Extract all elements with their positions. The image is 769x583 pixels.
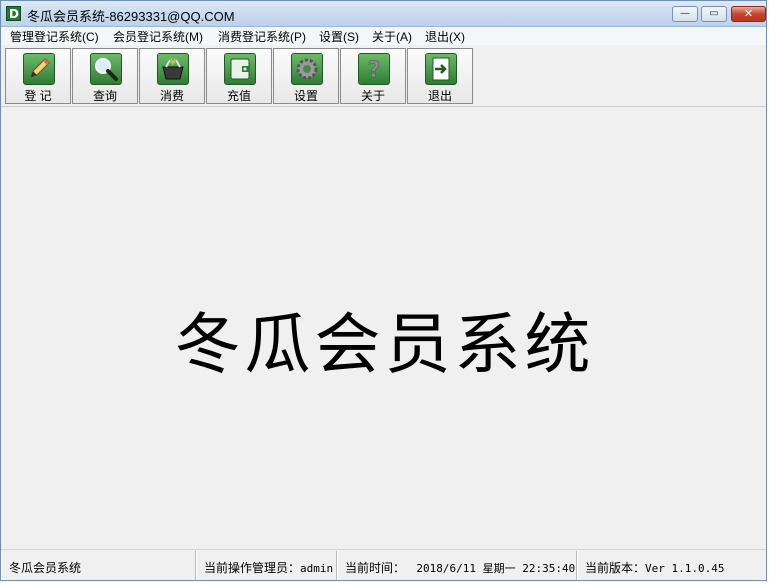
window-title: 冬瓜会员系统-86293331@QQ.COM bbox=[27, 9, 235, 24]
app-window: D 冬瓜会员系统-86293331@QQ.COM — ▭ ✕ 管理登记系统(C)… bbox=[0, 0, 767, 581]
exit-icon bbox=[425, 53, 457, 85]
status-time-value: 2018/6/11 星期一 22:35:40 bbox=[416, 562, 576, 575]
menu-exit[interactable]: 退出(X) bbox=[425, 28, 465, 45]
status-time-text: 当前时间： 2018/6/11 星期一 22:35:40 bbox=[345, 559, 575, 576]
basket-icon: ¥ bbox=[157, 53, 189, 85]
pencil-icon bbox=[23, 53, 55, 85]
menu-settings[interactable]: 设置(S) bbox=[319, 28, 359, 45]
question-icon: ? bbox=[358, 53, 390, 85]
status-version-label: 当前版本： bbox=[585, 561, 646, 575]
minimize-button[interactable]: — bbox=[672, 6, 698, 22]
maximize-icon: ▭ bbox=[709, 8, 719, 19]
gear-icon bbox=[291, 53, 323, 85]
close-icon: ✕ bbox=[743, 7, 754, 20]
app-logo-letter: D bbox=[9, 7, 19, 21]
exit-label: 退出 bbox=[427, 89, 452, 103]
register-label: 登 记 bbox=[24, 89, 52, 103]
menu-consume-register[interactable]: 消费登记系统(P) bbox=[218, 28, 306, 45]
menu-bar: 管理登记系统(C) 会员登记系统(M) 消费登记系统(P) 设置(S) 关于(A… bbox=[1, 27, 766, 45]
consume-button[interactable]: ¥ 消费 bbox=[139, 48, 205, 104]
toolbar: 登 记 查询 ¥ 消费 充值 设置 ? 关于 退出 bbox=[1, 45, 766, 107]
query-button[interactable]: 查询 bbox=[72, 48, 138, 104]
status-operator-text: 当前操作管理员：admin bbox=[204, 559, 333, 576]
status-version-panel: 当前版本：Ver 1.1.0.45 bbox=[577, 551, 766, 580]
exit-button[interactable]: 退出 bbox=[407, 48, 473, 104]
status-operator-value: admin bbox=[300, 562, 334, 575]
consume-label: 消费 bbox=[159, 89, 184, 103]
svg-text:?: ? bbox=[368, 58, 381, 83]
status-operator-panel: 当前操作管理员：admin bbox=[196, 551, 337, 580]
maximize-button[interactable]: ▭ bbox=[701, 6, 727, 22]
status-time-panel: 当前时间： 2018/6/11 星期一 22:35:40 bbox=[337, 551, 577, 580]
status-version-text: 当前版本：Ver 1.1.0.45 bbox=[585, 559, 725, 576]
wallet-icon bbox=[224, 53, 256, 85]
recharge-button[interactable]: 充值 bbox=[206, 48, 272, 104]
register-button[interactable]: 登 记 bbox=[5, 48, 71, 104]
menu-about[interactable]: 关于(A) bbox=[372, 28, 412, 45]
minimize-icon: — bbox=[680, 8, 690, 19]
status-app-name-panel: 冬瓜会员系统 bbox=[1, 551, 196, 580]
status-operator-label: 当前操作管理员： bbox=[204, 561, 301, 575]
title-bar[interactable]: D 冬瓜会员系统-86293331@QQ.COM — ▭ ✕ bbox=[1, 1, 766, 27]
svg-text:¥: ¥ bbox=[170, 58, 176, 68]
menu-member-register[interactable]: 会员登记系统(M) bbox=[113, 28, 203, 45]
status-bar: 冬瓜会员系统 当前操作管理员：admin 当前时间： 2018/6/11 星期一… bbox=[1, 549, 766, 580]
about-label: 关于 bbox=[360, 89, 385, 103]
about-button[interactable]: ? 关于 bbox=[340, 48, 406, 104]
status-time-label: 当前时间： bbox=[345, 561, 406, 575]
status-version-value: Ver 1.1.0.45 bbox=[645, 562, 725, 575]
settings-label: 设置 bbox=[293, 89, 318, 103]
recharge-label: 充值 bbox=[226, 89, 251, 103]
query-label: 查询 bbox=[92, 89, 117, 103]
main-area: 冬瓜会员系统 bbox=[1, 107, 766, 547]
close-button[interactable]: ✕ bbox=[731, 6, 766, 22]
menu-admin-register[interactable]: 管理登记系统(C) bbox=[10, 28, 99, 45]
magnifier-icon bbox=[90, 53, 122, 85]
settings-button[interactable]: 设置 bbox=[273, 48, 339, 104]
status-app-name: 冬瓜会员系统 bbox=[9, 561, 82, 575]
main-title: 冬瓜会员系统 bbox=[174, 306, 595, 383]
app-logo-icon: D bbox=[6, 6, 21, 21]
